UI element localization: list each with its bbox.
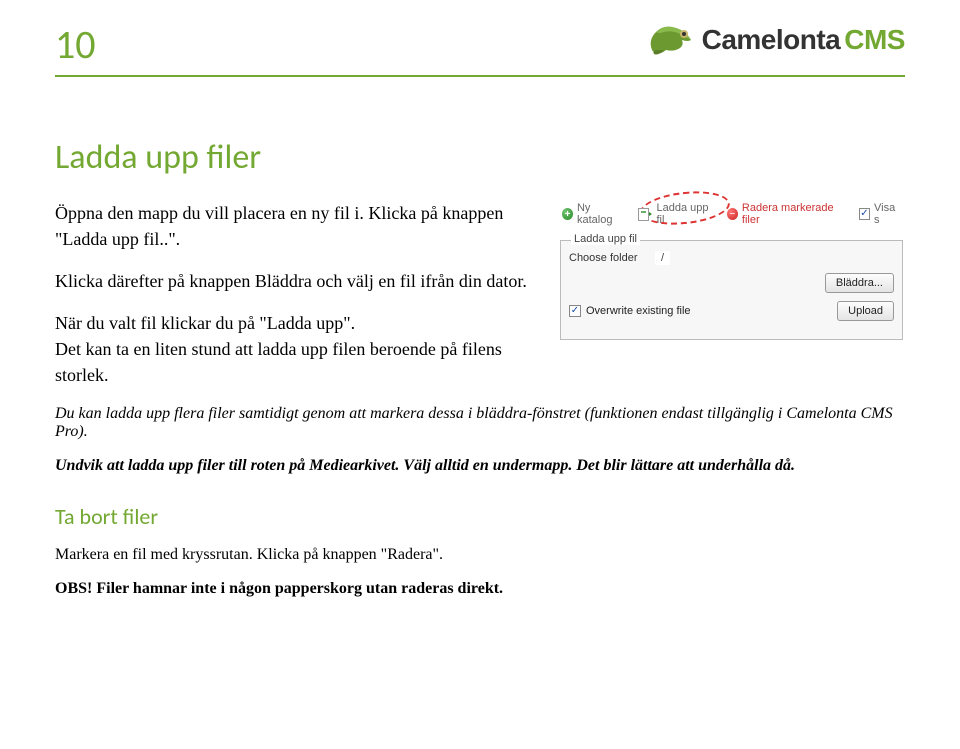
choose-folder-value: / (655, 251, 670, 265)
section-upload-title: Ladda upp filer (55, 137, 905, 178)
toolbar-delete-marked[interactable]: − Radera markerade filer (727, 202, 845, 226)
toolbar-upload-file[interactable]: Ladda upp fil (638, 202, 712, 226)
brand-name-1: Camelonta (702, 24, 841, 56)
visa-checkbox[interactable] (859, 208, 870, 220)
para-multi-upload: Du kan ladda upp flera filer samtidigt g… (55, 405, 905, 441)
plus-circle-icon: + (562, 208, 573, 220)
upload-panel: Ladda upp fil Choose folder / Bläddra...… (560, 240, 903, 340)
minus-circle-icon: − (727, 208, 738, 220)
toolbar-new-folder[interactable]: + Ny katalog (562, 202, 624, 226)
toolbar: + Ny katalog Ladda upp fil − Radera mark… (558, 200, 905, 234)
page-upload-icon (638, 207, 652, 221)
overwrite-checkbox[interactable] (569, 305, 581, 317)
brand-logo: Camelonta CMS (646, 20, 905, 60)
toolbar-visa[interactable]: Visa s (859, 202, 901, 226)
page-number: 10 (55, 20, 96, 69)
upload-button[interactable]: Upload (837, 301, 894, 321)
para-mark-delete: Markera en fil med kryssrutan. Klicka på… (55, 546, 905, 564)
upload-screenshot: + Ny katalog Ladda upp fil − Radera mark… (558, 200, 905, 340)
para-click-upload: När du valt fil klickar du på "Ladda upp… (55, 310, 528, 388)
para-open-folder: Öppna den mapp du vill placera en ny fil… (55, 200, 528, 252)
section-delete-title: Ta bort filer (55, 503, 905, 530)
overwrite-label: Overwrite existing file (586, 305, 691, 317)
choose-folder-label: Choose folder (569, 252, 649, 264)
brand-name-2: CMS (844, 24, 905, 56)
para-obs: OBS! Filer hamnar inte i någon pappersko… (55, 580, 905, 598)
para-avoid-root: Undvik att ladda upp filer till roten på… (55, 457, 905, 475)
chameleon-icon (646, 20, 698, 60)
upload-panel-legend: Ladda upp fil (571, 233, 640, 245)
browse-button[interactable]: Bläddra... (825, 273, 894, 293)
para-click-browse: Klicka därefter på knappen Bläddra och v… (55, 268, 528, 294)
